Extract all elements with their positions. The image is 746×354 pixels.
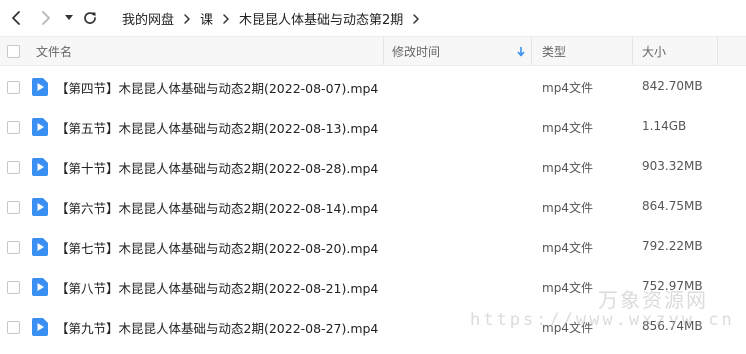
file-row[interactable]: 【第八节】木昆昆人体基础与动态2期(2022-08-21).mp4 mp4文件 …: [0, 267, 746, 307]
forward-button[interactable]: [36, 8, 56, 28]
column-header: 文件名 修改时间 类型 大小: [0, 36, 746, 66]
caret-down-icon: [65, 15, 73, 20]
file-size: 752.97MB: [642, 279, 703, 293]
file-name[interactable]: 【第十节】木昆昆人体基础与动态2期(2022-08-28).mp4: [56, 158, 378, 177]
video-file-icon: [32, 78, 48, 96]
select-all-checkbox[interactable]: [7, 37, 20, 65]
column-divider[interactable]: [717, 37, 718, 65]
file-type: mp4文件: [542, 81, 593, 95]
row-checkbox[interactable]: [7, 241, 20, 254]
column-modified-label: 修改时间: [392, 44, 441, 59]
video-file-icon: [32, 118, 48, 136]
row-checkbox[interactable]: [7, 81, 20, 94]
file-type: mp4文件: [542, 321, 593, 335]
row-checkbox[interactable]: [7, 161, 20, 174]
file-name[interactable]: 【第五节】木昆昆人体基础与动态2期(2022-08-13).mp4: [56, 118, 378, 137]
file-size: 864.75MB: [642, 199, 703, 213]
column-size-label: 大小: [642, 44, 667, 59]
file-name[interactable]: 【第六节】木昆昆人体基础与动态2期(2022-08-14).mp4: [56, 198, 378, 217]
file-name[interactable]: 【第七节】木昆昆人体基础与动态2期(2022-08-20).mp4: [56, 238, 378, 257]
column-name-label: 文件名: [36, 44, 73, 59]
column-name[interactable]: 文件名: [36, 37, 72, 65]
file-size: 792.22MB: [642, 239, 703, 253]
refresh-button[interactable]: [80, 8, 100, 28]
video-file-icon: [32, 278, 48, 296]
column-size[interactable]: 大小: [642, 37, 666, 65]
file-row[interactable]: 【第四节】木昆昆人体基础与动态2期(2022-08-07).mp4 mp4文件 …: [0, 67, 746, 107]
file-row[interactable]: 【第七节】木昆昆人体基础与动态2期(2022-08-20).mp4 mp4文件 …: [0, 227, 746, 267]
file-type: mp4文件: [542, 241, 593, 255]
file-row[interactable]: 【第五节】木昆昆人体基础与动态2期(2022-08-13).mp4 mp4文件 …: [0, 107, 746, 147]
column-type-label: 类型: [542, 44, 567, 59]
file-row[interactable]: 【第六节】木昆昆人体基础与动态2期(2022-08-14).mp4 mp4文件 …: [0, 187, 746, 227]
refresh-icon: [84, 12, 96, 24]
chevron-right-icon: [180, 13, 194, 25]
file-size: 842.70MB: [642, 79, 703, 93]
navigation-bar: 我的网盘 课 木昆昆人体基础与动态第2期: [0, 0, 746, 36]
breadcrumb: 我的网盘 课 木昆昆人体基础与动态第2期: [120, 9, 427, 28]
history-dropdown-button[interactable]: [59, 8, 79, 28]
file-type: mp4文件: [542, 201, 593, 215]
file-name[interactable]: 【第四节】木昆昆人体基础与动态2期(2022-08-07).mp4: [56, 78, 378, 97]
file-size: 856.74MB: [642, 319, 703, 333]
column-divider[interactable]: [632, 37, 633, 65]
file-type: mp4文件: [542, 121, 593, 135]
column-modified[interactable]: 修改时间: [392, 37, 440, 65]
file-name[interactable]: 【第八节】木昆昆人体基础与动态2期(2022-08-21).mp4: [56, 278, 378, 297]
column-divider[interactable]: [531, 37, 532, 65]
file-type: mp4文件: [542, 161, 593, 175]
chevron-left-icon: [12, 11, 20, 25]
breadcrumb-item-course[interactable]: 课: [198, 9, 215, 28]
arrow-down-icon: [517, 46, 525, 56]
file-name[interactable]: 【第九节】木昆昆人体基础与动态2期(2022-08-27).mp4: [56, 318, 378, 337]
video-file-icon: [32, 318, 48, 336]
column-type[interactable]: 类型: [542, 37, 566, 65]
chevron-right-icon: [219, 13, 233, 25]
checkbox-box: [7, 44, 20, 58]
file-list: 【第四节】木昆昆人体基础与动态2期(2022-08-07).mp4 mp4文件 …: [0, 67, 746, 347]
breadcrumb-item-my-drive[interactable]: 我的网盘: [120, 9, 176, 28]
column-divider[interactable]: [383, 37, 384, 65]
file-row[interactable]: 【第十节】木昆昆人体基础与动态2期(2022-08-28).mp4 mp4文件 …: [0, 147, 746, 187]
video-file-icon: [32, 238, 48, 256]
row-checkbox[interactable]: [7, 201, 20, 214]
file-size: 1.14GB: [642, 119, 687, 133]
chevron-right-icon: [42, 11, 50, 25]
file-size: 903.32MB: [642, 159, 703, 173]
sort-indicator[interactable]: [517, 37, 525, 65]
row-checkbox[interactable]: [7, 121, 20, 134]
file-row[interactable]: 【第九节】木昆昆人体基础与动态2期(2022-08-27).mp4 mp4文件 …: [0, 307, 746, 347]
breadcrumb-item-current-folder[interactable]: 木昆昆人体基础与动态第2期: [237, 9, 405, 28]
row-checkbox[interactable]: [7, 321, 20, 334]
row-checkbox[interactable]: [7, 281, 20, 294]
video-file-icon: [32, 198, 48, 216]
chevron-right-icon[interactable]: [409, 13, 423, 25]
file-type: mp4文件: [542, 281, 593, 295]
video-file-icon: [32, 158, 48, 176]
back-button[interactable]: [6, 8, 26, 28]
